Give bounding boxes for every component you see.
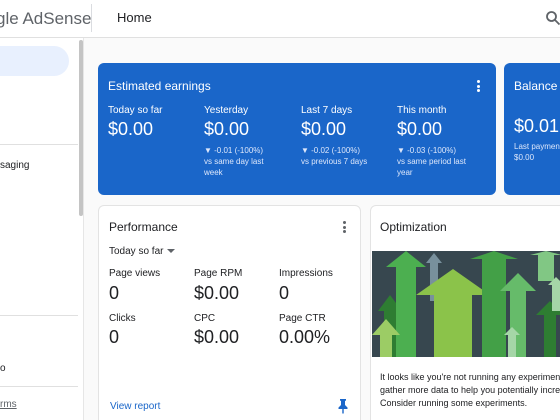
view-report-link[interactable]: View report [110,401,160,412]
perf-metric-value: $0.00 [194,283,240,303]
search-icon[interactable] [545,10,560,26]
date-range-value: Today so far [109,246,164,257]
date-range-dropdown[interactable]: Today so far [109,246,176,257]
more-vert-icon[interactable] [472,79,484,93]
optimization-text-line: It looks like you're not running any exp… [380,372,560,382]
metric-yesterday: Yesterday $0.00 ▼ -0.01 (-100%) vs same … [204,105,296,178]
metric-label: Today so far [108,105,163,116]
main-content: Estimated earnings Today so far $0.00 Ye… [84,38,560,420]
page-title: Home [117,10,152,25]
sidebar-nav: saging o rms [0,38,84,420]
performance-title: Performance [109,220,178,234]
pin-icon[interactable] [337,398,349,414]
perf-metric-value: 0 [279,283,290,303]
adsense-logo[interactable]: gle AdSense [0,9,91,29]
metric-label: This month [397,105,447,116]
perf-metric-label: Page CTR [279,313,326,324]
perf-metric-value: 0 [109,327,120,347]
metric-last-7-days: Last 7 days $0.00 ▼ -0.02 (-100%) vs pre… [301,105,393,167]
perf-metric-label: Clicks [109,313,136,324]
metric-delta: ▼ -0.02 (-100%) vs previous 7 days [301,145,393,167]
estimated-earnings-title: Estimated earnings [108,79,211,93]
metric-this-month: This month $0.00 ▼ -0.03 (-100%) vs same… [397,105,489,178]
metric-value: $0.00 [204,119,250,139]
metric-label: Yesterday [204,105,249,116]
metric-value: $0.00 [397,119,443,139]
sidebar-divider [0,144,78,145]
perf-metric-value: 0 [109,283,120,303]
optimization-text-line: Consider running some experiments. [380,398,528,408]
delta-value: ▼ -0.03 (-100%) [397,146,457,155]
delta-comparison: vs same period last year [397,157,466,177]
metric-value: $0.00 [301,119,347,139]
balance-title: Balance [514,79,558,93]
sidebar-item-home[interactable] [0,46,69,76]
sidebar-divider [0,315,78,316]
optimization-text-line: gather more data to help you potentially… [380,385,560,395]
metric-label: Last 7 days [301,105,353,116]
estimated-earnings-card: Estimated earnings Today so far $0.00 Ye… [98,63,496,195]
perf-metric-label: Impressions [279,268,333,279]
metric-delta: ▼ -0.01 (-100%) vs same day last week [204,145,296,178]
perf-metric-label: CPC [194,313,216,324]
arrow-drop-down-icon [167,249,176,254]
perf-metric-value: $0.00 [194,327,240,347]
growth-arrows-illustration [372,251,560,357]
sidebar-item-o[interactable]: o [0,363,6,374]
perf-metric-label: Page RPM [194,268,243,279]
metric-today: Today so far $0.00 [108,105,200,140]
metric-delta: ▼ -0.03 (-100%) vs same period last year [397,145,489,178]
top-app-bar: gle AdSense Home [0,0,560,38]
delta-value: ▼ -0.01 (-100%) [204,146,264,155]
sidebar-scrollbar[interactable] [79,40,83,216]
metric-value: $0.00 [108,119,154,139]
balance-value: $0.01 [514,116,560,136]
performance-card: Performance Today so far Page views 0 Pa… [98,205,361,420]
perf-metric-value: 0.00% [279,327,331,347]
balance-card: Balance $0.01 Last paymen $0.00 [504,63,560,195]
perf-metric-label: Page views [109,268,161,279]
last-payment-value: $0.00 [514,153,535,162]
delta-comparison: vs previous 7 days [301,157,368,166]
header-divider [91,4,92,32]
sidebar-item-messaging[interactable]: saging [0,160,29,171]
last-payment-label: Last paymen [514,142,560,151]
optimization-description: It looks like you're not running any exp… [380,371,560,410]
more-vert-icon[interactable] [338,220,350,234]
terms-link[interactable]: rms [0,399,17,410]
sidebar-divider [0,386,78,387]
delta-comparison: vs same day last week [204,157,264,177]
optimization-card: Optimization It looks like you're not ru… [370,205,560,420]
optimization-title: Optimization [380,220,447,234]
delta-value: ▼ -0.02 (-100%) [301,146,361,155]
